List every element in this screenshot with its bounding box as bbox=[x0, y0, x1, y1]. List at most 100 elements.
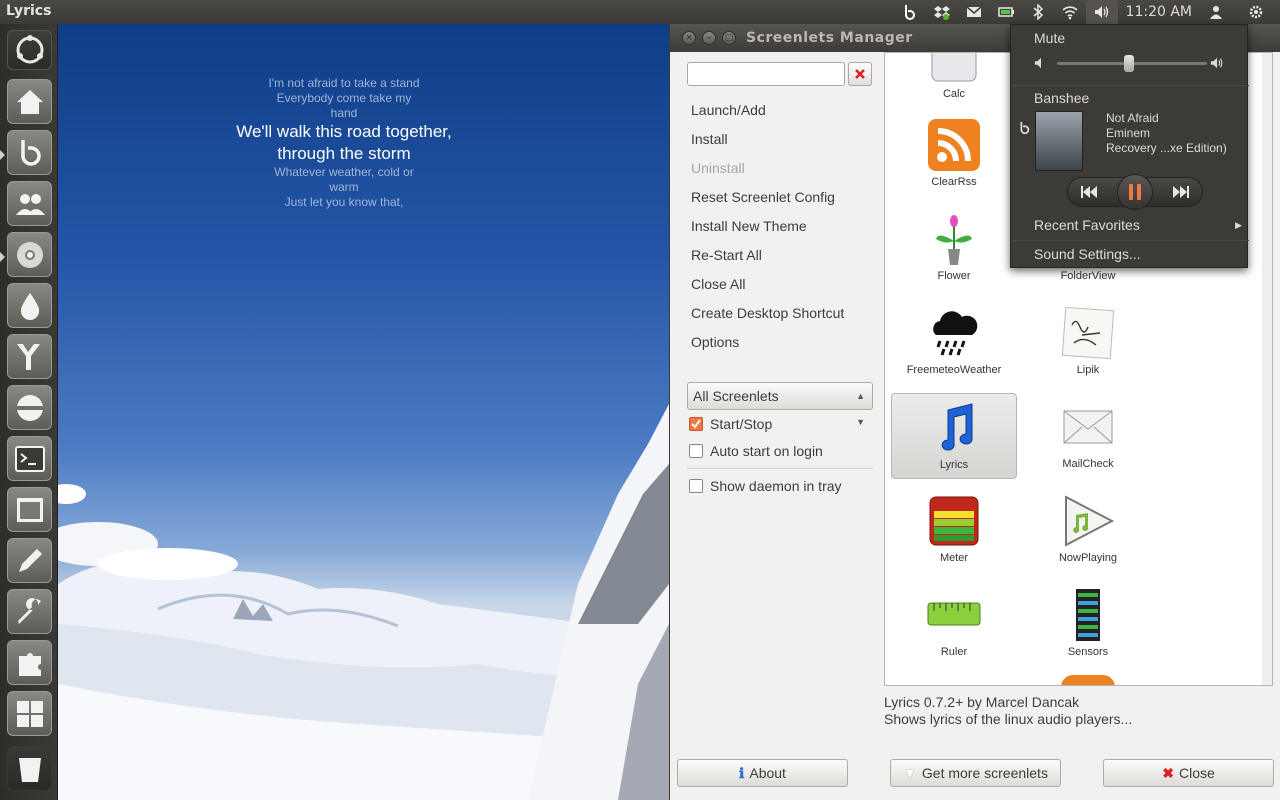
screenlet-label: Flower bbox=[937, 270, 971, 282]
screenlet-clearrss[interactable]: ClearRss bbox=[891, 111, 1017, 197]
bluetooth-icon[interactable] bbox=[1022, 0, 1054, 24]
rain-cloud-icon bbox=[926, 305, 982, 361]
previous-icon[interactable] bbox=[1080, 185, 1098, 199]
top-panel: Lyrics 11:20 AM bbox=[0, 0, 1280, 24]
screenlet-label: Calc bbox=[942, 88, 965, 100]
search-input[interactable] bbox=[687, 62, 845, 86]
screenlet-nowplaying[interactable]: NowPlaying bbox=[1025, 487, 1151, 573]
pause-button[interactable] bbox=[1117, 174, 1153, 210]
menu-restart-all[interactable]: Re-Start All bbox=[691, 241, 881, 270]
workspace-switcher-button[interactable] bbox=[7, 691, 52, 736]
grid-scrollbar[interactable] bbox=[1262, 53, 1272, 685]
note-icon bbox=[1060, 305, 1116, 361]
wifi-icon[interactable] bbox=[1054, 0, 1086, 24]
volume-icon[interactable] bbox=[1085, 0, 1118, 24]
calc-icon bbox=[926, 53, 982, 85]
auto-start-checkbox[interactable]: Auto start on login bbox=[689, 441, 823, 461]
mute-item[interactable]: Mute bbox=[1034, 30, 1065, 46]
filter-select[interactable]: All Screenlets ▲ ▼ bbox=[687, 382, 873, 427]
about-button[interactable]: ℹ About bbox=[677, 759, 848, 787]
menu-reset-config[interactable]: Reset Screenlet Config bbox=[691, 183, 881, 212]
home-folder-button[interactable] bbox=[7, 79, 52, 124]
actions-pane: Launch/Add Install Uninstall Reset Scree… bbox=[670, 52, 882, 800]
clear-search-button[interactable] bbox=[848, 62, 872, 86]
disk-utility-button[interactable] bbox=[7, 385, 52, 430]
start-stop-checkbox[interactable]: Start/Stop bbox=[689, 414, 772, 434]
checkbox-label: Show daemon in tray bbox=[710, 478, 842, 494]
album-art bbox=[1035, 111, 1083, 171]
down-arrow-icon: ▼ bbox=[903, 765, 917, 781]
menu-create-shortcut[interactable]: Create Desktop Shortcut bbox=[691, 299, 881, 328]
lyric-line: warm bbox=[329, 180, 359, 194]
menu-install[interactable]: Install bbox=[691, 125, 881, 154]
banshee-icon bbox=[20, 139, 41, 166]
user-icon[interactable] bbox=[1200, 0, 1232, 24]
terminal-button[interactable] bbox=[7, 436, 52, 481]
envelope-icon bbox=[1060, 399, 1116, 455]
empathy-button[interactable] bbox=[7, 181, 52, 226]
screenlet-calc[interactable]: Calc bbox=[891, 53, 1017, 109]
screenlet-meter[interactable]: Meter bbox=[891, 487, 1017, 573]
y-ppa-icon bbox=[16, 343, 40, 370]
menu-options[interactable]: Options bbox=[691, 328, 881, 357]
playback-controls bbox=[1067, 174, 1203, 210]
clock[interactable]: 11:20 AM bbox=[1118, 4, 1200, 20]
battery-icon[interactable] bbox=[990, 0, 1022, 24]
screenlet-flower[interactable]: Flower bbox=[891, 205, 1017, 291]
volume-slider-knob[interactable] bbox=[1124, 55, 1134, 72]
dropbox-icon[interactable] bbox=[926, 0, 958, 24]
chromium-button[interactable] bbox=[7, 232, 52, 277]
house-icon bbox=[16, 89, 43, 114]
banshee-icon[interactable] bbox=[894, 0, 926, 24]
screenlet-lyrics[interactable]: Lyrics bbox=[891, 393, 1017, 479]
player-name[interactable]: Banshee bbox=[1034, 90, 1089, 106]
screenlet-sensors[interactable]: Sensors bbox=[1025, 581, 1151, 667]
mail-icon[interactable] bbox=[958, 0, 990, 24]
y-ppa-manager-button[interactable] bbox=[7, 334, 52, 379]
pen-icon bbox=[18, 548, 42, 572]
close-window-icon[interactable]: × bbox=[682, 31, 696, 45]
play-note-icon bbox=[1060, 493, 1116, 549]
banshee-launcher-button[interactable] bbox=[7, 130, 52, 175]
recent-favorites-item[interactable]: Recent Favorites bbox=[1034, 217, 1140, 233]
checkbox-checked-icon bbox=[689, 417, 703, 431]
volume-slider[interactable] bbox=[1057, 55, 1207, 72]
rss-icon bbox=[926, 117, 982, 173]
volume-low-icon bbox=[1034, 57, 1041, 69]
info-icon: ℹ bbox=[739, 764, 745, 781]
show-daemon-checkbox[interactable]: Show daemon in tray bbox=[689, 476, 842, 496]
music-note-icon bbox=[926, 400, 982, 456]
screenlet-label: MailCheck bbox=[1062, 458, 1114, 470]
sound-settings-item[interactable]: Sound Settings... bbox=[1034, 246, 1141, 262]
action-menu: Launch/Add Install Uninstall Reset Scree… bbox=[691, 96, 881, 357]
trash-button[interactable] bbox=[7, 746, 52, 791]
next-icon[interactable] bbox=[1172, 185, 1190, 199]
menu-close-all[interactable]: Close All bbox=[691, 270, 881, 299]
text-editor-button[interactable] bbox=[7, 538, 52, 583]
dash-home-button[interactable] bbox=[7, 30, 52, 70]
session-gear-icon[interactable] bbox=[1232, 0, 1280, 24]
checkbox-empty-icon bbox=[689, 444, 703, 458]
addon-button[interactable] bbox=[7, 640, 52, 685]
ubuntu-logo-icon bbox=[16, 35, 43, 64]
volume-high-icon bbox=[1210, 57, 1223, 69]
get-more-screenlets-button[interactable]: ▼ Get more screenlets bbox=[890, 759, 1061, 787]
workspaces-button[interactable] bbox=[7, 487, 52, 532]
close-button[interactable]: ✖ Close bbox=[1103, 759, 1274, 787]
menu-launch-add[interactable]: Launch/Add bbox=[691, 96, 881, 125]
lyrics-screenlet[interactable]: I'm not afraid to take a stand Everybody… bbox=[188, 76, 500, 210]
system-settings-button[interactable] bbox=[7, 589, 52, 634]
screenlet-label: FreemeteoWeather bbox=[906, 364, 1002, 376]
screenlet-lipik[interactable]: Lipik bbox=[1025, 299, 1151, 385]
ink-drop-button[interactable] bbox=[7, 283, 52, 328]
screenlet-mailcheck[interactable]: MailCheck bbox=[1025, 393, 1151, 479]
screenlet-ruler[interactable]: Ruler bbox=[891, 581, 1017, 667]
menu-install-theme[interactable]: Install New Theme bbox=[691, 212, 881, 241]
info-line: Lyrics 0.7.2+ by Marcel Dancak bbox=[884, 694, 1080, 710]
maximize-window-icon[interactable]: □ bbox=[722, 31, 736, 45]
screenlet-freemeteoweather[interactable]: FreemeteoWeather bbox=[891, 299, 1017, 385]
minimize-window-icon[interactable]: – bbox=[702, 31, 716, 45]
track-album: Recovery ...xe Edition) bbox=[1106, 141, 1227, 155]
lyric-current-line: through the storm bbox=[277, 144, 411, 163]
track-artist: Eminem bbox=[1106, 126, 1151, 140]
